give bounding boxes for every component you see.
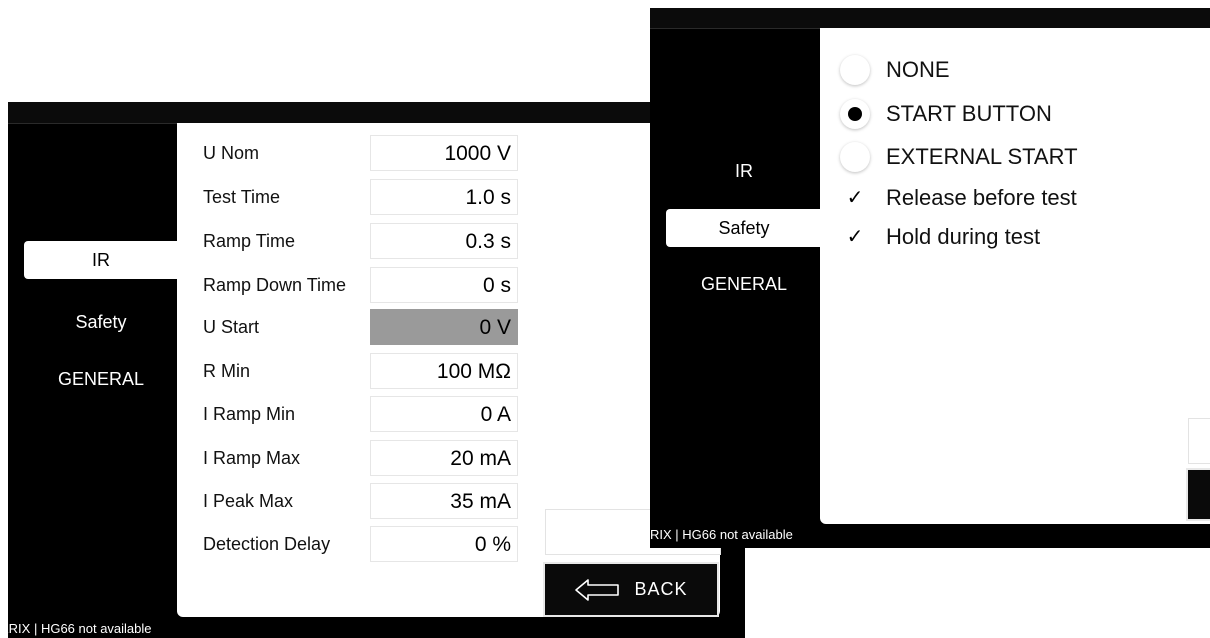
test-time-field[interactable]: 1.0 s: [370, 179, 518, 215]
nav-item-ir[interactable]: IR: [24, 241, 178, 279]
i-ramp-min-label: I Ramp Min: [203, 404, 296, 424]
detection-delay-field[interactable]: 0 %: [370, 526, 518, 562]
ramp-time-field[interactable]: 0.3 s: [370, 223, 518, 259]
test-time-label: Test Time: [203, 187, 281, 207]
release-before-test-label: Release before test: [886, 185, 1077, 210]
nav-item-ir[interactable]: IR: [666, 152, 822, 190]
ramp-down-time-label: Ramp Down Time: [203, 275, 347, 295]
nav-item-general[interactable]: GENERAL: [24, 360, 178, 398]
status-text: ERIX | HG66 not available: [8, 621, 152, 636]
nav-item-general[interactable]: GENERAL: [666, 265, 822, 303]
back-button-edge[interactable]: [1186, 468, 1210, 521]
status-bar: ERIX | HG66 not available: [8, 621, 152, 636]
detection-delay-label: Detection Delay: [203, 534, 331, 554]
option-start-button-label: START BUTTON: [886, 101, 1052, 126]
i-ramp-max-field[interactable]: 20 mA: [370, 440, 518, 476]
option-none-label: NONE: [886, 57, 950, 82]
radio-external-start[interactable]: [840, 142, 870, 172]
i-ramp-max-label: I Ramp Max: [203, 448, 301, 468]
r-min-field[interactable]: 100 MΩ: [370, 353, 518, 389]
save-button-edge[interactable]: [1188, 418, 1210, 464]
radio-start-button[interactable]: [840, 99, 870, 129]
radio-none[interactable]: [840, 55, 870, 85]
u-nom-label: U Nom: [203, 143, 260, 163]
back-button[interactable]: BACK: [543, 562, 719, 617]
hold-during-test-checkbox[interactable]: ✓: [840, 222, 870, 252]
ramp-down-time-field[interactable]: 0 s: [370, 267, 518, 303]
i-ramp-min-field[interactable]: 0 A: [370, 396, 518, 432]
nav-item-safety[interactable]: Safety: [24, 303, 178, 341]
safety-settings-screen: IR Safety GENERAL NONE START BUTTON EXTE…: [650, 8, 1210, 548]
status-text: RIX | HG66 not available: [650, 527, 793, 542]
u-start-label: U Start: [203, 317, 260, 337]
top-bar: [650, 8, 1210, 29]
release-before-test-checkbox[interactable]: ✓: [840, 183, 870, 213]
u-start-field[interactable]: 0 V: [370, 309, 518, 345]
i-peak-max-label: I Peak Max: [203, 491, 294, 511]
status-bar: RIX | HG66 not available: [650, 527, 793, 542]
option-external-start-label: EXTERNAL START: [886, 144, 1078, 169]
ir-settings-screen: IR Safety GENERAL U Nom 1000 V Test Time…: [8, 102, 745, 638]
u-nom-field[interactable]: 1000 V: [370, 135, 518, 171]
back-label: BACK: [634, 579, 688, 599]
nav-item-safety[interactable]: Safety: [666, 209, 822, 247]
top-bar: [8, 102, 745, 124]
hold-during-test-label: Hold during test: [886, 224, 1041, 249]
i-peak-max-field[interactable]: 35 mA: [370, 483, 518, 519]
back-arrow-icon: [575, 578, 620, 601]
ramp-time-label: Ramp Time: [203, 231, 296, 251]
r-min-label: R Min: [203, 361, 251, 381]
